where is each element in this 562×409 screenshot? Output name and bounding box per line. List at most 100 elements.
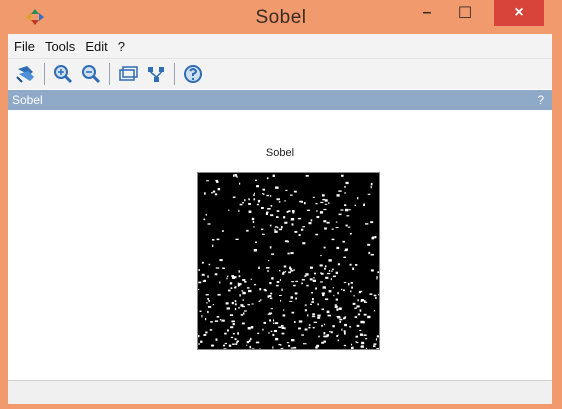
edge-pixel bbox=[281, 326, 285, 329]
edge-pixel bbox=[212, 239, 215, 241]
network-button[interactable] bbox=[144, 62, 168, 86]
status-bar bbox=[8, 380, 552, 404]
edge-pixel bbox=[257, 332, 260, 335]
edge-pixel bbox=[338, 190, 342, 192]
edge-pixel bbox=[268, 260, 270, 262]
figure-title: Sobel bbox=[265, 147, 295, 159]
title-bar[interactable]: Sobel – ☐ × bbox=[0, 0, 562, 34]
edge-pixel bbox=[206, 180, 209, 182]
edge-pixel bbox=[312, 313, 315, 316]
edge-pixel bbox=[344, 186, 346, 188]
edge-pixel bbox=[288, 271, 291, 274]
edge-pixel bbox=[336, 315, 340, 318]
edge-pixel bbox=[242, 291, 246, 295]
edge-pixel bbox=[280, 299, 282, 302]
edge-pixel bbox=[312, 326, 315, 329]
edge-pixel bbox=[239, 203, 243, 206]
edge-pixel bbox=[333, 294, 335, 297]
edge-pixel bbox=[253, 198, 256, 201]
figure-panel: Sobel bbox=[8, 110, 552, 378]
edge-pixel bbox=[263, 193, 265, 196]
edge-pixel bbox=[311, 301, 314, 303]
edge-pixel bbox=[323, 332, 326, 335]
minimize-icon: – bbox=[422, 4, 432, 21]
edge-pixel bbox=[343, 282, 347, 284]
edge-pixel bbox=[336, 246, 340, 250]
edge-pixel bbox=[315, 233, 319, 236]
close-button[interactable]: × bbox=[494, 0, 544, 26]
edge-pixel bbox=[344, 332, 346, 335]
edge-pixel bbox=[275, 186, 279, 189]
edge-pixel bbox=[280, 344, 282, 346]
edge-pixel bbox=[270, 214, 274, 217]
edge-pixel bbox=[224, 342, 228, 345]
menu-edit[interactable]: Edit bbox=[81, 39, 111, 54]
edge-pixel bbox=[338, 213, 342, 216]
edge-pixel bbox=[376, 335, 379, 338]
edge-pixel bbox=[311, 291, 313, 294]
edge-pixel bbox=[343, 256, 346, 258]
edge-pixel bbox=[250, 278, 252, 281]
edge-pixel bbox=[269, 246, 272, 249]
edge-pixel bbox=[354, 204, 356, 207]
help-button[interactable] bbox=[181, 62, 205, 86]
edge-pixel bbox=[274, 228, 276, 231]
edge-pixel bbox=[352, 302, 356, 305]
edge-pixel bbox=[367, 315, 371, 319]
menu-file[interactable]: File bbox=[10, 39, 39, 54]
edge-pixel bbox=[294, 231, 298, 233]
panel-help-icon[interactable]: ? bbox=[537, 93, 544, 107]
maximize-button[interactable]: ☐ bbox=[448, 0, 482, 26]
edge-pixel bbox=[201, 314, 203, 318]
rotate-icon bbox=[16, 66, 34, 83]
minimize-button[interactable]: – bbox=[410, 0, 444, 26]
edge-pixel bbox=[319, 264, 323, 267]
edge-pixel bbox=[278, 326, 282, 328]
edge-pixel bbox=[295, 297, 297, 300]
edge-pixel bbox=[290, 296, 293, 299]
edge-pixel bbox=[208, 263, 211, 266]
window-button[interactable] bbox=[116, 62, 140, 86]
edge-pixel bbox=[231, 320, 235, 323]
edge-pixel bbox=[344, 204, 347, 206]
edge-pixel bbox=[219, 259, 223, 262]
edge-pixel bbox=[294, 292, 298, 295]
edge-pixel bbox=[308, 324, 311, 326]
edge-pixel bbox=[283, 265, 287, 268]
edge-pixel bbox=[286, 342, 290, 344]
edge-pixel bbox=[203, 334, 207, 336]
edge-pixel bbox=[242, 202, 244, 204]
edge-pixel bbox=[324, 267, 326, 270]
edge-pixel bbox=[331, 270, 333, 272]
edge-pixel bbox=[208, 306, 212, 308]
edge-pixel bbox=[292, 211, 295, 214]
edge-pixel bbox=[284, 200, 286, 202]
edge-pixel bbox=[329, 331, 331, 333]
edge-pixel bbox=[321, 308, 324, 310]
edge-pixel bbox=[198, 288, 200, 291]
edge-pixel bbox=[327, 314, 331, 317]
edge-pixel bbox=[279, 228, 282, 231]
edge-pixel bbox=[344, 344, 347, 347]
close-icon: × bbox=[514, 4, 524, 21]
edge-pixel bbox=[243, 310, 247, 312]
edge-pixel bbox=[314, 272, 316, 275]
edge-pixel bbox=[352, 267, 355, 270]
edge-pixel bbox=[376, 277, 378, 280]
zoom-out-button[interactable] bbox=[79, 62, 103, 86]
menu-help[interactable]: ? bbox=[114, 39, 129, 54]
edge-pixel bbox=[291, 281, 294, 283]
edge-pixel bbox=[200, 340, 203, 343]
panel-header: Sobel ? bbox=[8, 90, 552, 110]
edge-pixel bbox=[285, 189, 288, 191]
edge-pixel bbox=[253, 192, 255, 195]
rotate-button[interactable] bbox=[14, 62, 38, 86]
zoom-in-button[interactable] bbox=[51, 62, 75, 86]
edge-pixel bbox=[315, 203, 318, 205]
edge-pixel bbox=[225, 302, 229, 305]
edge-pixel bbox=[281, 226, 283, 229]
edge-pixel bbox=[337, 334, 339, 336]
edge-pixel bbox=[356, 342, 359, 344]
edge-pixel bbox=[266, 194, 269, 197]
menu-tools[interactable]: Tools bbox=[41, 39, 79, 54]
